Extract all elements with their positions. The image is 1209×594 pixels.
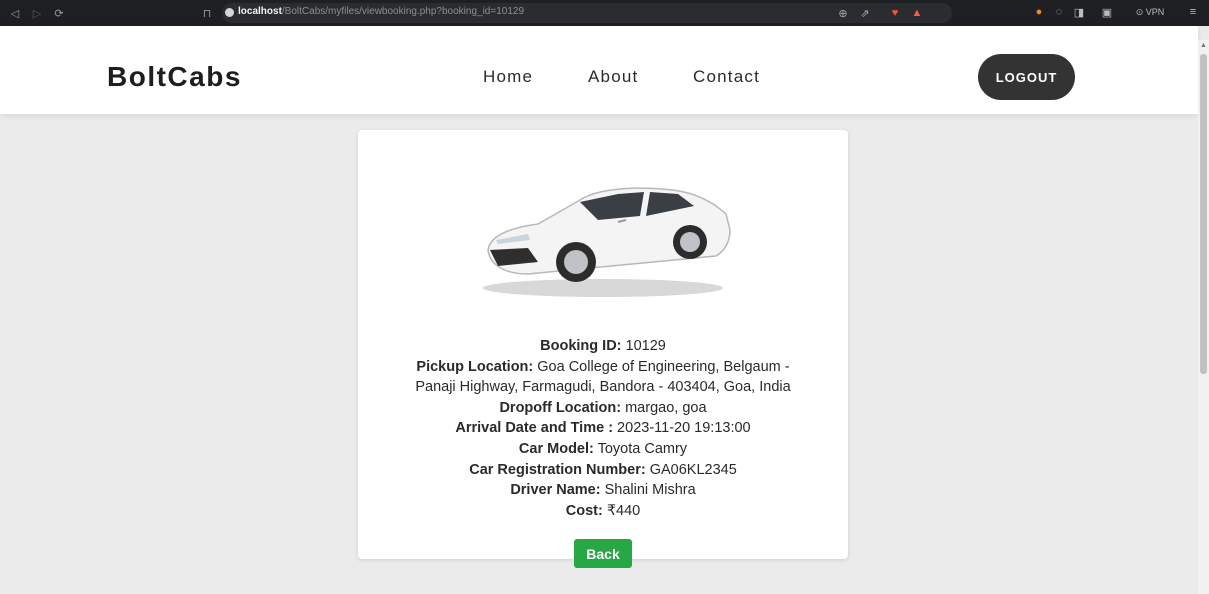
nav-contact[interactable]: Contact — [693, 67, 760, 87]
car-registration-row: Car Registration Number: GA06KL2345 — [358, 460, 848, 481]
driver-name-row: Driver Name: Shalini Mishra — [358, 480, 848, 501]
zoom-icon[interactable]: ⊕ — [836, 6, 850, 20]
dropoff-location-value: margao, goa — [621, 399, 707, 416]
back-arrow-icon[interactable]: ◁ — [8, 6, 22, 20]
brand-logo[interactable]: BoltCabs — [107, 61, 242, 93]
logout-button[interactable]: LOGOUT — [978, 54, 1075, 100]
booking-card: Booking ID: 10129 Pickup Location: Goa C… — [358, 130, 848, 568]
forward-arrow-icon[interactable]: ▷ — [30, 6, 44, 20]
wallet-icon[interactable]: ▣ — [1100, 5, 1114, 19]
scroll-up-icon[interactable]: ▲ — [1200, 42, 1207, 49]
car-model-row: Car Model: Toyota Camry — [358, 439, 848, 460]
driver-name-value: Shalini Mishra — [600, 482, 696, 499]
site-info-icon[interactable] — [225, 8, 234, 17]
dropoff-location-label: Dropoff Location: — [499, 399, 622, 416]
url-text: localhost/BoltCabs/myfiles/viewbooking.p… — [238, 6, 524, 17]
nav-about[interactable]: About — [588, 67, 638, 87]
nav-home[interactable]: Home — [483, 67, 533, 87]
arrival-datetime-value: 2023-11-20 19:13:00 — [613, 420, 751, 437]
brave-rewards-icon[interactable]: ▲ — [910, 6, 924, 20]
bookmark-icon[interactable]: ⊓ — [200, 6, 214, 20]
vpn-button[interactable]: ⊙ VPN — [1130, 5, 1170, 19]
booking-id-value: 10129 — [621, 338, 666, 354]
car-image — [483, 187, 731, 297]
site-header: BoltCabs Home About Contact LOGOUT — [0, 26, 1198, 114]
car-model-label: Car Model: — [518, 440, 594, 457]
dropoff-location-row: Dropoff Location: margao, goa — [358, 398, 848, 419]
booking-id-row: Booking ID: 10129 — [358, 336, 848, 357]
cost-row: Cost: ₹440 — [358, 501, 848, 522]
reload-icon[interactable]: ⟳ — [52, 6, 66, 20]
arrival-datetime-label: Arrival Date and Time : — [455, 420, 614, 437]
booking-id-label: Booking ID: — [540, 338, 622, 354]
url-path: /BoltCabs/myfiles/viewbooking.php?bookin… — [281, 6, 525, 17]
page-scrollbar[interactable]: ▲ — [1198, 40, 1209, 594]
scrollbar-thumb[interactable] — [1200, 54, 1207, 374]
extensions-icon[interactable]: ◌ — [1052, 5, 1066, 19]
url-host: localhost — [238, 6, 282, 17]
car-registration-value: GA06KL2345 — [645, 461, 737, 478]
browser-toolbar: ◁ ▷ ⟳ ⊓ localhost/BoltCabs/myfiles/viewb… — [0, 0, 1209, 26]
cost-label: Cost: — [565, 502, 603, 519]
car-registration-label: Car Registration Number: — [469, 461, 646, 478]
pickup-location-row: Pickup Location: Goa College of Engineer… — [358, 357, 848, 398]
brave-shield-icon[interactable]: ♥ — [888, 6, 902, 20]
sidebar-icon[interactable]: ◨ — [1072, 5, 1086, 19]
menu-icon[interactable]: ≡ — [1186, 5, 1200, 19]
metamask-icon[interactable]: ● — [1032, 5, 1046, 19]
booking-details: Booking ID: 10129 Pickup Location: Goa C… — [358, 336, 848, 521]
car-model-value: Toyota Camry — [593, 440, 688, 457]
vpn-label: VPN — [1145, 7, 1165, 17]
driver-name-label: Driver Name: — [510, 482, 601, 499]
cost-value: ₹440 — [602, 502, 641, 519]
back-button[interactable]: Back — [574, 539, 632, 568]
arrival-datetime-row: Arrival Date and Time : 2023-11-20 19:13… — [358, 418, 848, 439]
address-bar[interactable]: localhost/BoltCabs/myfiles/viewbooking.p… — [222, 3, 952, 23]
share-icon[interactable]: ⇗ — [858, 6, 872, 20]
pickup-location-label: Pickup Location: — [416, 358, 534, 375]
